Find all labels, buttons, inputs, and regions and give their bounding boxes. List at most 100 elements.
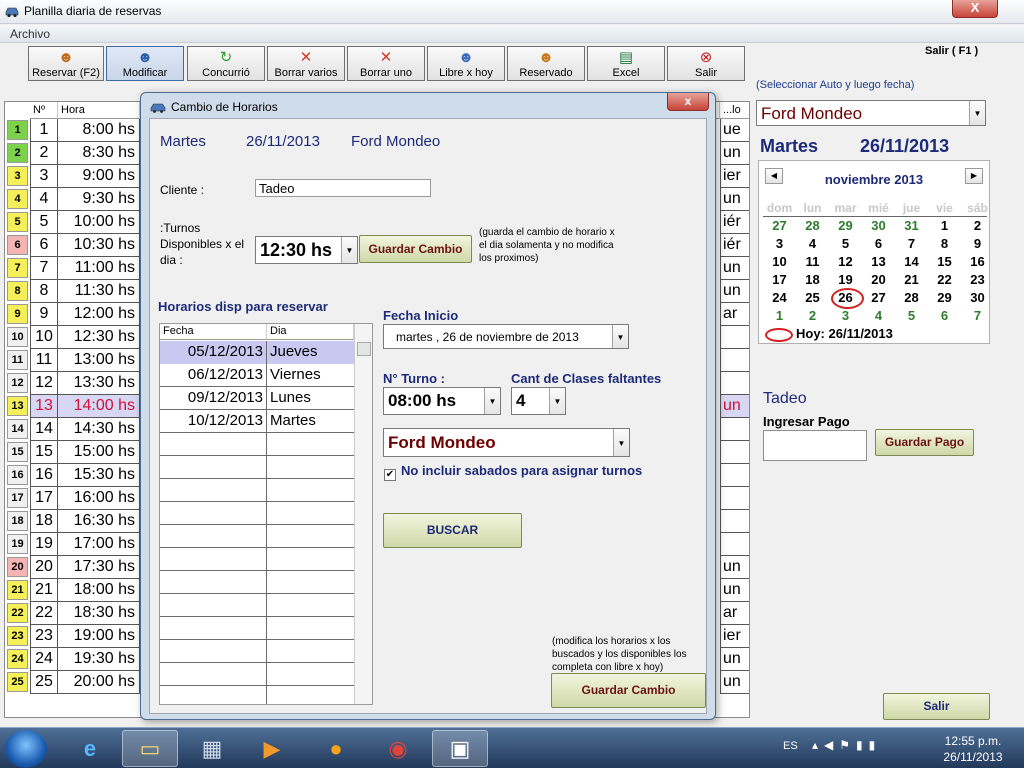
- calendar-day[interactable]: 29: [829, 218, 862, 233]
- reservas-app-icon[interactable]: ▣: [432, 730, 488, 767]
- calendar-day[interactable]: 7: [961, 308, 994, 323]
- calendar-day[interactable]: 31: [895, 218, 928, 233]
- toolbar-button-9[interactable]: ⊗ Salir: [667, 46, 745, 81]
- chevron-down-icon[interactable]: ▼: [341, 237, 357, 263]
- row-selector[interactable]: 19: [7, 534, 28, 554]
- table-row[interactable]: [160, 456, 354, 479]
- toolbar-button-5[interactable]: ✕ Borrar uno: [347, 46, 425, 81]
- chevron-down-icon[interactable]: ▼: [484, 388, 500, 414]
- table-row[interactable]: [160, 525, 354, 548]
- calendar-day[interactable]: 21: [895, 272, 928, 287]
- car-select[interactable]: Ford Mondeo ▼: [756, 100, 986, 126]
- row-selector[interactable]: 4: [7, 189, 28, 209]
- row-selector[interactable]: 3: [7, 166, 28, 186]
- next-month-button[interactable]: ▶: [965, 168, 983, 184]
- salir-f1-label[interactable]: Salir ( F1 ): [925, 45, 978, 57]
- toolbar-button-8[interactable]: ▤ Excel: [587, 46, 665, 81]
- row-selector[interactable]: 9: [7, 304, 28, 324]
- calendar-day[interactable]: 30: [862, 218, 895, 233]
- calendar-day[interactable]: 3: [763, 236, 796, 251]
- calendar-day[interactable]: 6: [862, 236, 895, 251]
- table-scrollbar[interactable]: [354, 324, 372, 704]
- calendar-today[interactable]: Hoy: 26/11/2013: [765, 326, 893, 342]
- calendar-day[interactable]: 28: [895, 290, 928, 305]
- calendar-day[interactable]: 3: [829, 308, 862, 323]
- salir-button[interactable]: Salir: [883, 693, 990, 720]
- calendar-day[interactable]: 29: [928, 290, 961, 305]
- table-row[interactable]: [160, 548, 354, 571]
- table-row[interactable]: [160, 571, 354, 594]
- calendar-day[interactable]: 28: [796, 218, 829, 233]
- table-row[interactable]: [160, 640, 354, 663]
- window-close-button[interactable]: X: [952, 0, 998, 18]
- chevron-down-icon[interactable]: ▼: [613, 429, 629, 456]
- calendar-day[interactable]: 5: [829, 236, 862, 251]
- table-row[interactable]: [160, 502, 354, 525]
- toolbar-button-6[interactable]: ☻ Libre x hoy: [427, 46, 505, 81]
- calendar-day[interactable]: 17: [763, 272, 796, 287]
- dialog-close-button[interactable]: x: [667, 93, 709, 111]
- pago-input[interactable]: [763, 430, 867, 461]
- calendar-day[interactable]: 24: [763, 290, 796, 305]
- calendar-day[interactable]: 22: [928, 272, 961, 287]
- calendar-day[interactable]: 10: [763, 254, 796, 269]
- calendar-day[interactable]: 15: [928, 254, 961, 269]
- media-player-icon[interactable]: ▶: [244, 730, 300, 767]
- row-selector[interactable]: 17: [7, 488, 28, 508]
- calendar-day[interactable]: 6: [928, 308, 961, 323]
- calendar-day[interactable]: 2: [961, 218, 994, 233]
- ie-icon[interactable]: e: [62, 730, 118, 767]
- table-row[interactable]: 09/12/2013 Lunes: [160, 387, 354, 410]
- month-calendar[interactable]: ◀ noviembre 2013 ▶ dom lun mar mié jue vie sáb…: [758, 160, 990, 344]
- calendar-day[interactable]: 7: [895, 236, 928, 251]
- horarios-table[interactable]: Fecha Dia 05/12/2013 Jueves 06/12/2013 Vier…: [159, 323, 373, 705]
- chevron-down-icon[interactable]: ▼: [612, 325, 628, 348]
- cliente-field[interactable]: Tadeo: [255, 179, 431, 197]
- row-selector[interactable]: 7: [7, 258, 28, 278]
- chrome-icon[interactable]: ◉: [370, 730, 426, 767]
- calendar-day[interactable]: 8: [928, 236, 961, 251]
- table-row[interactable]: [160, 686, 354, 704]
- calendar-day[interactable]: 26: [829, 288, 864, 309]
- table-row[interactable]: [160, 479, 354, 502]
- row-selector[interactable]: 5: [7, 212, 28, 232]
- guardar-pago-button[interactable]: Guardar Pago: [875, 429, 974, 456]
- table-row[interactable]: 05/12/2013 Jueves: [160, 341, 354, 364]
- row-selector[interactable]: 18: [7, 511, 28, 531]
- row-selector[interactable]: 2: [7, 143, 28, 163]
- menu-archivo[interactable]: Archivo: [10, 27, 50, 41]
- row-selector[interactable]: 14: [7, 419, 28, 439]
- calendar-day[interactable]: 2: [796, 308, 829, 323]
- row-selector[interactable]: 16: [7, 465, 28, 485]
- row-selector[interactable]: 15: [7, 442, 28, 462]
- calendar-day[interactable]: 20: [862, 272, 895, 287]
- calendar-day[interactable]: 4: [862, 308, 895, 323]
- toolbar-button-1[interactable]: ☻ Reservar (F2): [28, 46, 104, 81]
- calendar-day[interactable]: 23: [961, 272, 994, 287]
- toolbar-button-3[interactable]: ↻ Concurrió: [187, 46, 265, 81]
- calendar-day[interactable]: 13: [862, 254, 895, 269]
- no-sabados-checkbox[interactable]: ✔: [384, 469, 396, 481]
- start-button[interactable]: [5, 730, 47, 768]
- fecha-inicio-select[interactable]: martes , 26 de noviembre de 2013 ▼: [383, 324, 629, 349]
- table-row[interactable]: [160, 433, 354, 456]
- calendar-day[interactable]: 19: [829, 272, 862, 287]
- buscar-button[interactable]: BUSCAR: [383, 513, 522, 548]
- nturno-select[interactable]: 08:00 hs ▼: [383, 387, 501, 415]
- calendar-day[interactable]: 27: [763, 218, 796, 233]
- tray-icons[interactable]: ▴◀⚑▮▮: [812, 738, 881, 752]
- table-row[interactable]: [160, 594, 354, 617]
- calendar-day[interactable]: 9: [961, 236, 994, 251]
- calendar-day[interactable]: 4: [796, 236, 829, 251]
- row-selector[interactable]: 23: [7, 626, 28, 646]
- calendar-day[interactable]: 25: [796, 290, 829, 305]
- calendar-day[interactable]: 14: [895, 254, 928, 269]
- toolbar-button-4[interactable]: ✕ Borrar varios: [267, 46, 345, 81]
- scrollbar-thumb[interactable]: [357, 342, 371, 356]
- row-selector[interactable]: 12: [7, 373, 28, 393]
- chevron-down-icon[interactable]: ▼: [549, 388, 565, 414]
- clock[interactable]: 12:55 p.m. 26/11/2013: [930, 733, 1016, 765]
- toolbar-button-2[interactable]: ☻ Modificar: [106, 46, 184, 81]
- calendar-day[interactable]: 11: [796, 254, 829, 269]
- chevron-down-icon[interactable]: ▼: [969, 101, 985, 125]
